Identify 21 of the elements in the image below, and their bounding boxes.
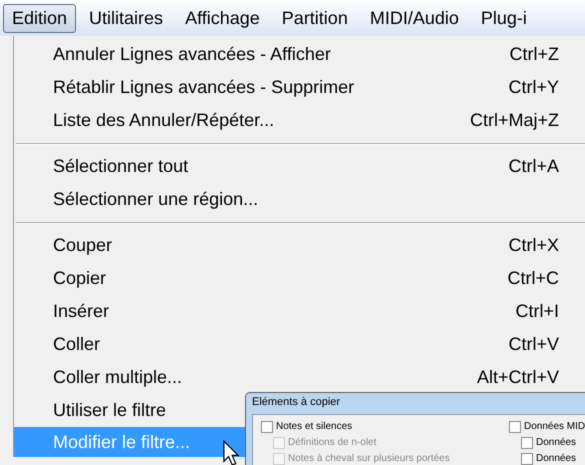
menu-item[interactable]: Sélectionner tout Ctrl+A (14, 150, 585, 183)
menu-bar-item[interactable]: Utilitaires (80, 4, 172, 32)
menu-bar-item[interactable]: Edition (3, 4, 76, 32)
menu-item[interactable]: Insérer Ctrl+I (14, 295, 585, 328)
menu-item[interactable]: Couper Ctrl+X (14, 229, 585, 262)
menu-item[interactable]: Copier Ctrl+C (14, 262, 585, 295)
dialog-title: Eléments à copier (251, 395, 342, 410)
checkbox-option[interactable]: Données (521, 451, 585, 465)
mouse-pointer-icon (222, 440, 240, 465)
menu-bar-item[interactable]: MIDI/Audio (360, 4, 468, 32)
menu-item[interactable]: Coller multiple... Alt+Ctrl+V (14, 361, 585, 394)
menu-bar-item[interactable]: Plug-i (472, 4, 536, 32)
menu-bar-item[interactable]: Partition (272, 4, 357, 32)
menu-item[interactable]: Coller Ctrl+V (14, 328, 585, 361)
menu-item[interactable]: Sélectionner une région... (14, 183, 585, 216)
menu-item[interactable]: Annuler Lignes avancées - Afficher Ctrl+Z (14, 38, 585, 71)
checkbox-option[interactable]: Données (521, 435, 585, 450)
menu-bar-item[interactable]: Affichage (176, 4, 269, 32)
menu-item[interactable]: Rétablir Lignes avancées - Supprimer Ctrl+Y (14, 71, 585, 104)
menu-item[interactable]: Liste des Annuler/Répéter... Ctrl+Maj+Z (14, 104, 585, 137)
checkbox-option[interactable]: Données MID (509, 419, 585, 434)
